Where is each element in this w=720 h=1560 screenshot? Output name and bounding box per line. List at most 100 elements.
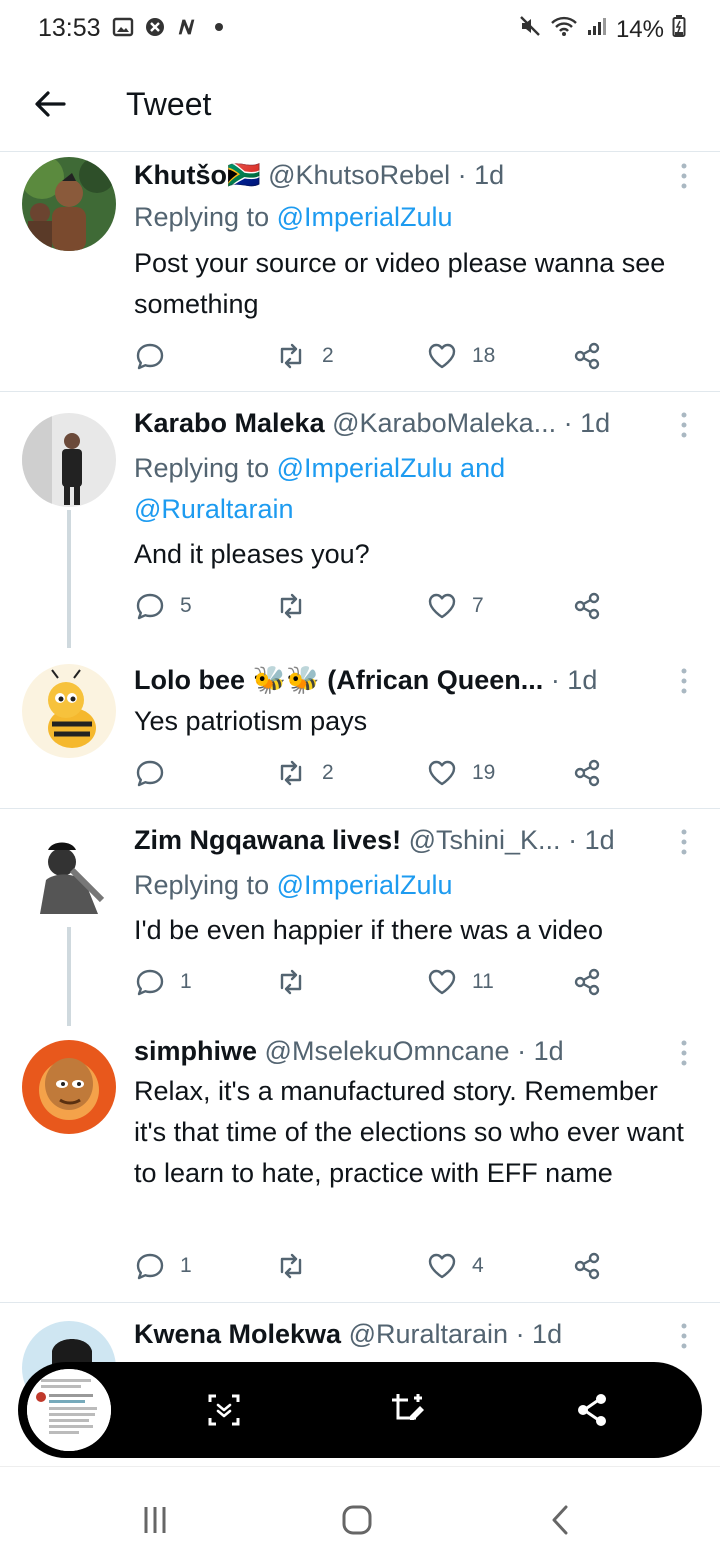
- more-vertical-icon: [681, 412, 687, 438]
- reply-icon: [136, 593, 164, 620]
- more-vertical-icon: [681, 1323, 687, 1349]
- news-icon: [176, 16, 198, 38]
- retweet-button[interactable]: [274, 1248, 322, 1284]
- avatar[interactable]: [22, 830, 116, 924]
- share-icon: [574, 759, 600, 787]
- retweet-icon: [280, 1253, 302, 1279]
- like-count: 19: [472, 761, 496, 784]
- share-button[interactable]: [572, 588, 602, 624]
- user-handle[interactable]: @KhutsoRebel: [268, 160, 450, 190]
- display-name[interactable]: Zim Ngqawana lives!: [134, 825, 401, 855]
- chevron-left-icon: [552, 1505, 568, 1535]
- tweet-3[interactable]: Lolo bee 🐝🐝 (African Queen... · 1d Yes p…: [0, 648, 720, 809]
- share-screenshot-button[interactable]: [572, 1390, 612, 1430]
- tweet-header: Lolo bee 🐝🐝 (African Queen... · 1d: [134, 664, 700, 696]
- like-button[interactable]: 11: [426, 964, 494, 1000]
- back-button[interactable]: [30, 84, 70, 124]
- wifi-icon: [550, 14, 578, 45]
- user-handle[interactable]: @KaraboMaleka...: [332, 408, 556, 438]
- avatar[interactable]: [22, 157, 116, 251]
- app-header: Tweet: [0, 60, 720, 152]
- mention-link[interactable]: @ImperialZulu: [277, 202, 453, 232]
- tweet-time: · 1d: [457, 160, 505, 190]
- home-button[interactable]: [340, 1503, 374, 1537]
- replying-to-label: Replying to: [134, 453, 277, 483]
- crop-edit-button[interactable]: [388, 1390, 428, 1430]
- share-icon: [574, 592, 600, 620]
- mention-link[interactable]: @ImperialZulu: [277, 870, 453, 900]
- thread-line: [67, 510, 71, 648]
- dot-icon: [208, 16, 230, 38]
- reply-button[interactable]: [134, 338, 180, 374]
- user-handle[interactable]: @Tshini_K...: [409, 825, 561, 855]
- battery-icon: [672, 14, 686, 45]
- like-button[interactable]: 18: [426, 338, 495, 374]
- tweet-text: Post your source or video please wanna s…: [134, 248, 666, 319]
- reply-button[interactable]: 5: [134, 588, 192, 624]
- more-vertical-icon: [681, 829, 687, 855]
- scroll-capture-button[interactable]: [204, 1390, 244, 1430]
- user-handle[interactable]: @MselekuOmncane: [265, 1036, 510, 1066]
- retweet-button[interactable]: 2: [274, 755, 334, 791]
- status-time: 13:53: [38, 14, 101, 42]
- tweet-1[interactable]: Khutšo🇿🇦 @KhutsoRebel · 1d Replying to @…: [0, 153, 720, 392]
- retweet-count: 2: [322, 344, 334, 367]
- tweet-time: · 1d: [517, 1036, 564, 1066]
- reply-button[interactable]: 1: [134, 1248, 192, 1284]
- display-name[interactable]: simphiwe: [134, 1036, 257, 1066]
- retweet-button[interactable]: [274, 588, 322, 624]
- reply-button[interactable]: [134, 755, 180, 791]
- share-icon: [578, 1394, 606, 1426]
- tweet-header: Karabo Maleka @KaraboMaleka... · 1d: [134, 408, 700, 439]
- tweet-4[interactable]: Zim Ngqawana lives! @Tshini_K... · 1d Re…: [0, 809, 720, 1026]
- home-icon: [342, 1505, 372, 1535]
- status-bar: 13:53 14%: [0, 0, 720, 60]
- signal-icon: [586, 15, 608, 44]
- reply-button[interactable]: 1: [134, 964, 192, 1000]
- tweet-header: Khutšo🇿🇦 @KhutsoRebel · 1d: [134, 159, 700, 191]
- display-name[interactable]: Khutšo🇿🇦: [134, 160, 261, 190]
- share-button[interactable]: [572, 964, 602, 1000]
- avatar[interactable]: [22, 413, 116, 507]
- more-options-button[interactable]: [674, 1319, 694, 1353]
- arrow-left-icon: [35, 91, 66, 117]
- tweet-2[interactable]: Karabo Maleka @KaraboMaleka... · 1d Repl…: [0, 392, 720, 648]
- tweet-actions: 1 11: [134, 964, 614, 1000]
- recent-apps-button[interactable]: [138, 1503, 172, 1537]
- shield-icon: [144, 16, 166, 38]
- tweet-time: · 1d: [568, 825, 615, 855]
- avatar[interactable]: [22, 1040, 116, 1134]
- replying-to: Replying to @ImperialZulu: [134, 197, 690, 238]
- more-options-button[interactable]: [674, 159, 694, 193]
- replying-to-label: Replying to: [134, 870, 277, 900]
- heart-icon: [428, 593, 456, 619]
- display-name[interactable]: Kwena Molekwa: [134, 1319, 341, 1349]
- more-vertical-icon: [681, 163, 687, 189]
- more-options-button[interactable]: [674, 825, 694, 859]
- avatar[interactable]: [22, 664, 116, 758]
- share-button[interactable]: [572, 755, 602, 791]
- crop-edit-icon: [392, 1394, 424, 1420]
- more-options-button[interactable]: [674, 1036, 694, 1070]
- retweet-button[interactable]: [274, 964, 322, 1000]
- display-name[interactable]: Karabo Maleka: [134, 408, 325, 438]
- back-nav-button[interactable]: [544, 1503, 578, 1537]
- mute-icon: [518, 14, 542, 45]
- like-button[interactable]: 4: [426, 1248, 484, 1284]
- more-options-button[interactable]: [674, 664, 694, 698]
- tweet-5[interactable]: simphiwe @MselekuOmncane · 1d Relax, it'…: [0, 1026, 720, 1303]
- retweet-button[interactable]: 2: [274, 338, 334, 374]
- reply-icon: [136, 760, 164, 787]
- tweet-actions: 1 4: [134, 1248, 614, 1284]
- more-options-button[interactable]: [674, 408, 694, 442]
- share-button[interactable]: [572, 1248, 602, 1284]
- like-button[interactable]: 7: [426, 588, 484, 624]
- share-button[interactable]: [572, 338, 602, 374]
- like-button[interactable]: 19: [426, 755, 495, 791]
- display-name[interactable]: Lolo bee 🐝🐝 (African Queen...: [134, 665, 543, 695]
- reply-icon: [136, 1253, 164, 1280]
- status-right: 14%: [518, 14, 686, 45]
- more-vertical-icon: [681, 1040, 687, 1066]
- user-handle[interactable]: @Ruraltarain: [349, 1319, 508, 1349]
- screenshot-thumbnail[interactable]: [24, 1366, 114, 1454]
